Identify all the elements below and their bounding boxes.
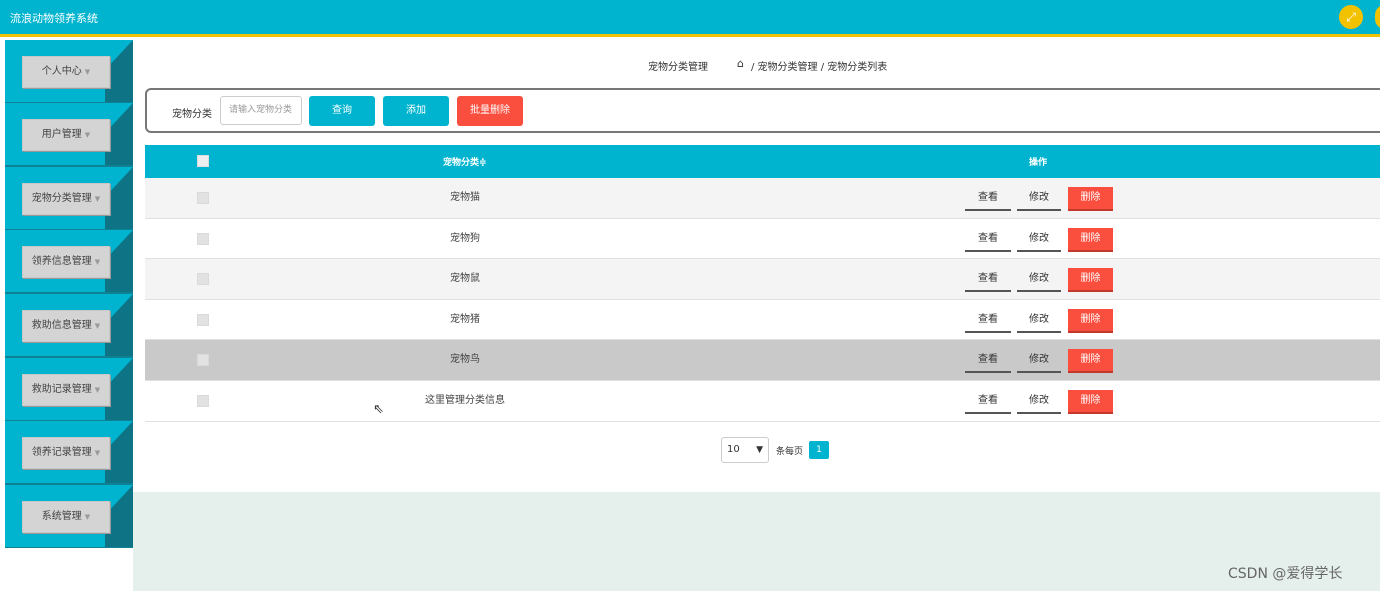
sidebar-item-adoption-records[interactable]: 领养记录管理 ▼	[22, 437, 110, 469]
sidebar-block: 用户管理 ▼	[5, 103, 133, 165]
view-button[interactable]: 查看	[965, 268, 1011, 293]
view-button[interactable]: 查看	[965, 349, 1011, 374]
sidebar-item-rescue-records[interactable]: 救助记录管理 ▼	[22, 374, 110, 406]
sidebar-item-pet-category[interactable]: 宠物分类管理 ▼	[22, 183, 110, 215]
view-button[interactable]: 查看	[965, 228, 1011, 252]
sidebar-block: 系统管理 ▼	[5, 485, 133, 547]
delete-button[interactable]: 删除	[1068, 389, 1113, 414]
edit-button[interactable]: 修改	[1017, 268, 1061, 293]
sidebar: 个人中心 ▼ 用户管理 ▼ 宠物分类管理 ▼ 领养信息管理 ▼ 救助信息管理 ▼ 救助记录…	[5, 40, 133, 548]
sidebar-item-adoption-info[interactable]: 领养信息管理 ▼	[22, 246, 110, 278]
per-page-label: 条每页	[776, 447, 804, 457]
caret-down-icon: ▼	[94, 322, 101, 330]
category-search-input[interactable]: 请输入宠物分类	[220, 96, 302, 125]
sidebar-block: 救助记录管理 ▼	[5, 358, 133, 420]
home-icon[interactable]: ⌂	[737, 57, 744, 70]
breadcrumb: 宠物分类管理 ⌂ / 宠物分类管理 / 宠物分类列表	[133, 48, 1380, 78]
table-row: 宠物鸟 查看 修改 删除	[145, 340, 1380, 381]
query-button[interactable]: 查询	[309, 96, 375, 126]
table-row: 宠物猫 查看 修改 删除	[145, 178, 1380, 219]
column-header-operation: 操作	[1029, 158, 1048, 168]
category-cell: 宠物鸟	[450, 354, 480, 366]
table-row: 宠物鼠 查看 修改 删除	[145, 259, 1380, 300]
app-title: 流浪动物领养系统	[10, 12, 98, 25]
view-button[interactable]: 查看	[965, 309, 1011, 333]
sidebar-block: 领养记录管理 ▼	[5, 421, 133, 483]
category-table: 宠物分类≑ 操作 宠物猫 查看 修改 删除 宠物狗 查看 修改 删除 宠物鼠 查…	[145, 145, 1380, 422]
caret-down-icon: ▼	[84, 68, 91, 76]
category-cell: 宠物猪	[450, 313, 480, 325]
caret-down-icon: ▼	[94, 386, 101, 394]
page-number-button[interactable]: 1	[809, 441, 829, 459]
row-checkbox[interactable]	[197, 192, 209, 204]
row-checkbox[interactable]	[197, 354, 209, 367]
page-title: 宠物分类管理	[648, 62, 708, 73]
category-cell: 宠物鼠	[450, 273, 480, 285]
breadcrumb-path[interactable]: / 宠物分类管理 / 宠物分类列表	[751, 58, 887, 73]
delete-button[interactable]: 删除	[1068, 349, 1113, 374]
fullscreen-icon[interactable]: ⤢	[1339, 5, 1363, 29]
caret-down-icon: ▼	[84, 513, 91, 521]
view-button[interactable]: 查看	[965, 390, 1011, 414]
row-checkbox[interactable]	[197, 232, 209, 245]
edit-button[interactable]: 修改	[1017, 390, 1061, 414]
caret-down-icon: ▼	[94, 195, 101, 203]
caret-down-icon: ▼	[94, 258, 101, 266]
search-label: 宠物分类	[172, 109, 212, 120]
delete-button[interactable]: 删除	[1068, 268, 1113, 293]
edit-button[interactable]: 修改	[1017, 349, 1061, 374]
sidebar-item-system-management[interactable]: 系统管理 ▼	[22, 501, 110, 533]
content-footer	[133, 492, 1380, 591]
top-bar: 流浪动物领养系统 ⤢	[0, 0, 1380, 37]
delete-button[interactable]: 删除	[1068, 227, 1113, 252]
watermark: CSDN @爱得学长	[1228, 566, 1343, 582]
table-row: 这里管理分类信息 查看 修改 删除	[145, 380, 1380, 422]
sidebar-block: 个人中心 ▼	[5, 40, 133, 102]
chevron-down-icon: ▼	[756, 445, 763, 455]
row-checkbox[interactable]	[197, 273, 209, 286]
delete-button[interactable]: 删除	[1068, 308, 1113, 333]
edit-button[interactable]: 修改	[1017, 309, 1061, 333]
sidebar-block: 救助信息管理 ▼	[5, 294, 133, 356]
caret-down-icon: ▼	[94, 449, 101, 457]
table-row: 宠物狗 查看 修改 删除	[145, 218, 1380, 260]
row-checkbox[interactable]	[197, 313, 209, 326]
sidebar-item-personal-center[interactable]: 个人中心 ▼	[22, 56, 110, 88]
batch-delete-button[interactable]: 批量删除	[457, 96, 523, 126]
page-size-select[interactable]: 10 ▼	[721, 437, 769, 463]
mouse-cursor-icon: ⇖	[373, 402, 384, 417]
table-row: 宠物猪 查看 修改 删除	[145, 299, 1380, 341]
table-header: 宠物分类≑ 操作	[145, 145, 1380, 178]
view-button[interactable]: 查看	[965, 187, 1011, 211]
row-checkbox[interactable]	[197, 394, 209, 407]
caret-down-icon: ▼	[84, 131, 91, 139]
user-avatar-edge[interactable]	[1375, 5, 1380, 29]
column-header-category[interactable]: 宠物分类≑	[443, 155, 487, 168]
search-panel: 宠物分类 请输入宠物分类 查询 添加 批量删除	[145, 88, 1380, 133]
sidebar-item-rescue-info[interactable]: 救助信息管理 ▼	[22, 310, 110, 342]
category-cell: 宠物狗	[450, 232, 480, 244]
sidebar-block: 领养信息管理 ▼	[5, 230, 133, 292]
sidebar-block: 宠物分类管理 ▼	[5, 167, 133, 229]
sidebar-item-user-management[interactable]: 用户管理 ▼	[22, 119, 110, 151]
category-cell: 宠物猫	[450, 192, 480, 203]
edit-button[interactable]: 修改	[1017, 187, 1061, 211]
select-all-checkbox[interactable]	[197, 155, 209, 167]
add-button[interactable]: 添加	[383, 96, 449, 126]
delete-button[interactable]: 删除	[1068, 187, 1113, 211]
edit-button[interactable]: 修改	[1017, 228, 1061, 252]
